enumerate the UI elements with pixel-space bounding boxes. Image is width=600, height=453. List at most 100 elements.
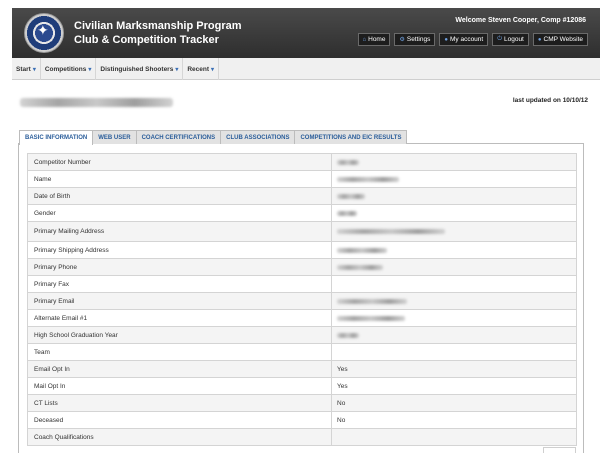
redacted-value xyxy=(337,315,405,321)
app-title-line1: Civilian Marksmanship Program xyxy=(74,20,242,32)
field-value xyxy=(332,276,576,292)
field-value xyxy=(332,171,576,187)
field-label: Mail Opt In xyxy=(28,378,332,394)
chevron-down-icon: ▾ xyxy=(88,66,92,73)
redacted-value xyxy=(337,247,387,253)
field-value: Yes xyxy=(337,365,348,373)
field-label: Coach Qualifications xyxy=(28,429,332,445)
tab-club-associations[interactable]: CLUB ASSOCIATIONS xyxy=(220,130,296,144)
field-value xyxy=(332,154,576,170)
settings-button[interactable]: ⚙ Settings xyxy=(394,33,436,46)
nav-item-recent[interactable]: Recent ▾ xyxy=(183,58,220,80)
field-value: No xyxy=(337,399,346,407)
app-title-line2: Club & Competition Tracker xyxy=(74,34,219,46)
cmp-seal-logo: ✦ xyxy=(24,13,64,53)
app-header: ✦ Civilian Marksmanship Program Club & C… xyxy=(12,8,600,58)
tab-competitions-and-eic-results[interactable]: COMPETITIONS AND EIC RESULTS xyxy=(294,130,408,144)
competitor-name-redacted xyxy=(20,98,173,107)
nav-item-distinguished-shooters[interactable]: Distinguished Shooters ▾ xyxy=(96,58,184,80)
redacted-value xyxy=(337,176,399,182)
user-icon: ● xyxy=(444,36,448,43)
table-row: Email Opt In Yes xyxy=(28,361,576,378)
chevron-down-icon: ▾ xyxy=(211,66,215,73)
table-row: Primary Email xyxy=(28,293,576,310)
table-row: Name xyxy=(28,171,576,188)
field-value xyxy=(332,222,576,241)
header-buttons: ⌂ Home ⚙ Settings ● My account ⏻ Logout … xyxy=(357,33,588,46)
logout-button[interactable]: ⏻ Logout xyxy=(492,33,529,46)
redacted-value xyxy=(337,193,365,199)
nav-item-label: Start xyxy=(16,65,31,73)
settings-icon: ⚙ xyxy=(399,37,405,43)
nav-item-start[interactable]: Start ▾ xyxy=(12,58,41,80)
field-value xyxy=(332,344,576,360)
my-account-button[interactable]: ● My account xyxy=(439,33,489,46)
field-value xyxy=(332,205,576,221)
table-row: Primary Shipping Address xyxy=(28,242,576,259)
table-row: Mail Opt In Yes xyxy=(28,378,576,395)
field-label: High School Graduation Year xyxy=(28,327,332,343)
field-label: CT Lists xyxy=(28,395,332,411)
field-label: Deceased xyxy=(28,412,332,428)
field-label: Name xyxy=(28,171,332,187)
tab-web-user[interactable]: WEB USER xyxy=(92,130,137,144)
app-title[interactable]: Civilian Marksmanship Program Club & Com… xyxy=(74,19,242,47)
redacted-value xyxy=(337,159,359,165)
field-value xyxy=(332,188,576,204)
nav-item-label: Competitions xyxy=(44,65,87,73)
redacted-value xyxy=(337,210,357,216)
field-label: Competitor Number xyxy=(28,154,332,170)
nav-item-label: Distinguished Shooters xyxy=(100,65,174,73)
eagle-icon: ✦ xyxy=(37,22,49,38)
my-account-button-label: My account xyxy=(449,36,484,43)
chevron-down-icon: ▾ xyxy=(32,66,36,73)
field-label: Email Opt In xyxy=(28,361,332,377)
table-row: Date of Birth xyxy=(28,188,576,205)
field-value: No xyxy=(337,416,346,424)
home-button[interactable]: ⌂ Home xyxy=(357,33,391,46)
basic-info-table: Competitor Number Name Date of Birth Gen… xyxy=(27,153,577,446)
tab-bar: BASIC INFORMATION WEB USER COACH CERTIFI… xyxy=(18,130,584,145)
field-label: Primary Email xyxy=(28,293,332,309)
table-row: Coach Qualifications xyxy=(28,429,576,446)
table-row: High School Graduation Year xyxy=(28,327,576,344)
field-label: Date of Birth xyxy=(28,188,332,204)
last-updated: last updated on 10/10/12 xyxy=(512,97,588,104)
nav-item-competitions[interactable]: Competitions ▾ xyxy=(41,58,97,80)
table-row: Team xyxy=(28,344,576,361)
field-label: Primary Shipping Address xyxy=(28,242,332,258)
tab-panel-basic-information: Competitor Number Name Date of Birth Gen… xyxy=(18,144,584,453)
field-value xyxy=(332,293,576,309)
field-value xyxy=(332,429,576,445)
field-value: Yes xyxy=(337,382,348,390)
field-label: Primary Mailing Address xyxy=(28,222,332,241)
power-icon: ⏻ xyxy=(497,36,502,42)
settings-button-label: Settings xyxy=(406,36,431,43)
table-row: Deceased No xyxy=(28,412,576,429)
welcome-message: Welcome Steven Cooper, Comp #12086 xyxy=(455,17,586,24)
field-label: Gender xyxy=(28,205,332,221)
cmp-website-button-label: CMP Website xyxy=(543,36,584,43)
home-icon: ⌂ xyxy=(362,36,367,43)
nav-item-label: Recent xyxy=(187,65,210,73)
cmp-website-button[interactable]: ● CMP Website xyxy=(532,33,588,46)
table-row: Alternate Email #1 xyxy=(28,310,576,327)
logout-button-label: Logout xyxy=(503,36,524,43)
redacted-value xyxy=(337,332,359,338)
tab-coach-certifications[interactable]: COACH CERTIFICATIONS xyxy=(135,130,222,144)
field-value xyxy=(332,327,576,343)
table-row: Competitor Number xyxy=(28,154,576,171)
tab-basic-information[interactable]: BASIC INFORMATION xyxy=(19,130,94,145)
main-nav: Start ▾ Competitions ▾ Distinguished Sho… xyxy=(12,58,600,80)
field-label: Primary Fax xyxy=(28,276,332,292)
field-value xyxy=(332,310,576,326)
table-row: Primary Phone xyxy=(28,259,576,276)
table-row: Primary Mailing Address xyxy=(28,222,576,242)
table-row: Primary Fax xyxy=(28,276,576,293)
home-button-label: Home xyxy=(368,36,386,43)
field-label: Primary Phone xyxy=(28,259,332,275)
table-row: Gender xyxy=(28,205,576,222)
field-value xyxy=(332,259,576,275)
globe-icon: ● xyxy=(537,36,542,43)
redacted-value xyxy=(337,298,407,304)
